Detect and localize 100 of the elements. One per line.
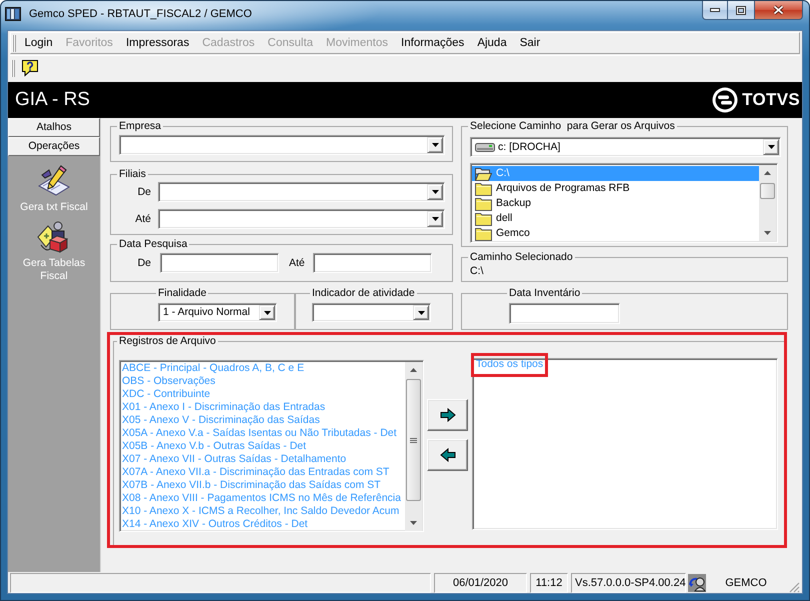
folder-item[interactable]: Gemco <box>472 226 759 241</box>
dropdown-field[interactable] <box>119 135 445 155</box>
list-item[interactable]: X01 - Anexo I - Discriminação das Entradas <box>122 401 405 414</box>
folder-icon <box>475 182 492 196</box>
app-icon <box>5 6 21 22</box>
input-field[interactable] <box>509 303 620 324</box>
path-value: C:\ <box>470 265 484 278</box>
caret-icon <box>768 145 774 149</box>
scroll-thumb[interactable] <box>760 183 775 199</box>
group-label: Finalidade <box>157 287 208 300</box>
status-date: 06/01/2020 <box>434 573 527 593</box>
shortcut-button[interactable]: Gera txt Fiscal <box>20 163 88 214</box>
caret-up-icon <box>764 171 771 175</box>
caret-down-icon <box>410 521 417 525</box>
minimize-button[interactable] <box>702 1 728 20</box>
caret-up-icon <box>410 368 417 372</box>
field-label: Até <box>134 212 151 226</box>
list-item[interactable]: ABCE - Principal - Quadros A, B, C e E <box>122 362 405 375</box>
dropdown-field[interactable] <box>158 182 445 202</box>
folder-item[interactable]: Backup <box>472 196 759 211</box>
close-button[interactable] <box>755 1 803 20</box>
folder-item[interactable]: C:\ <box>472 166 759 181</box>
list-item[interactable]: X07 - Anexo VII - Outras Saídas - Detalhamento <box>122 453 405 466</box>
status-user: GEMCO <box>724 576 768 590</box>
folder-icon <box>475 212 492 226</box>
open-folder-icon <box>475 166 492 180</box>
group-label: Filiais <box>118 168 147 181</box>
dropdown-field[interactable]: 1 - Arquivo Normal <box>158 303 277 322</box>
folder-icon <box>475 196 492 210</box>
help-icon[interactable] <box>20 58 40 78</box>
list-item[interactable]: OBS - Observações <box>122 375 405 388</box>
scroll-thumb[interactable] <box>406 379 421 501</box>
input-field[interactable] <box>160 253 279 273</box>
menu-item[interactable]: Login <box>18 36 60 50</box>
group-label: Empresa <box>118 120 162 133</box>
header-title: GIA - RS <box>15 89 90 111</box>
status-time: 11:12 <box>530 573 568 593</box>
group-label: Data Inventário <box>508 287 582 300</box>
dropdown-button[interactable] <box>259 305 275 320</box>
dropdown-button[interactable] <box>413 305 429 320</box>
group-label: Registros de Arquivo <box>118 335 217 348</box>
list-item[interactable]: X05B - Anexo V.b - Outras Saídas - Det <box>122 440 405 453</box>
scrollbar[interactable] <box>759 165 776 241</box>
section-button[interactable]: Atalhos <box>8 118 100 137</box>
scrollbar[interactable] <box>405 362 422 531</box>
dropdown-field[interactable]: c: [DROCHA] <box>470 137 781 157</box>
list-item[interactable]: XDC - Contribuinte <box>122 388 405 401</box>
list-item[interactable]: X07B - Anexo VII.b - Discriminação das Saídas com ST <box>122 479 405 492</box>
list-item[interactable]: X07A - Anexo VII.a - Discriminação das Entradas com ST <box>122 466 405 479</box>
resize-grip-icon[interactable] <box>788 581 800 593</box>
drive-icon <box>475 142 495 152</box>
caret-down-icon <box>764 231 771 235</box>
menu-item[interactable]: Impressoras <box>119 36 196 50</box>
caret-icon <box>432 217 438 221</box>
list-item[interactable]: X05 - Anexo V - Discriminação das Saídas <box>122 414 405 427</box>
grip-icon <box>410 436 417 444</box>
maximize-button[interactable] <box>728 1 755 20</box>
group-label: Caminho Selecionado <box>469 251 574 264</box>
menu-item[interactable]: Informações <box>394 36 471 50</box>
input-field[interactable] <box>312 253 432 273</box>
dropdown-button[interactable] <box>427 137 443 153</box>
caret-icon <box>432 190 438 194</box>
move-right-button[interactable] <box>427 399 468 431</box>
field-label: De <box>136 256 151 270</box>
card-cube-icon <box>37 221 71 253</box>
list-item[interactable]: Todos os tipos <box>471 353 548 377</box>
dropdown-button[interactable] <box>427 211 443 227</box>
list-item[interactable]: X05A - Anexo V.a - Saídas Isentas ou Não Tributadas - Det <box>122 427 405 440</box>
group-label: Data Pesquisa <box>118 238 188 251</box>
folder-icon <box>475 226 492 240</box>
pencil-paper-icon <box>37 163 71 197</box>
group-label: Selecione Caminho para Gerar os Arquivos <box>469 120 676 133</box>
dropdown-field[interactable] <box>312 303 431 322</box>
maximize-icon <box>736 6 746 14</box>
shortcut-button[interactable]: Gera Tabelas Fiscal <box>18 221 90 283</box>
list-item[interactable]: X08 - Anexo VIII - Pagamentos ICMS no Mês de Referência <box>122 492 405 505</box>
circle-logo-icon <box>712 87 738 113</box>
folder-item[interactable]: dell <box>472 211 759 226</box>
move-left-button[interactable] <box>427 439 468 471</box>
caret-icon <box>432 143 438 147</box>
caret-icon <box>418 310 424 314</box>
folder-item[interactable]: Arquivos de Programas RFB <box>472 181 759 196</box>
right-arrow-icon <box>440 408 456 422</box>
list-item[interactable]: X14 - Anexo XIV - Outros Créditos - Det <box>122 518 405 531</box>
status-version: Vs.57.0.0.0-SP4.00.24 <box>571 573 686 593</box>
close-icon <box>773 5 784 15</box>
menu-item[interactable]: Sair <box>513 36 547 50</box>
dropdown-button[interactable] <box>427 184 443 200</box>
group-label: Indicador de atividade <box>311 287 416 300</box>
field-label: De <box>136 186 151 198</box>
section-button[interactable]: Operações <box>8 137 100 156</box>
field-label: Até <box>289 256 305 270</box>
caret-icon <box>264 310 270 314</box>
handle-icon[interactable] <box>12 34 16 52</box>
menu-item[interactable]: Ajuda <box>470 36 514 50</box>
minimize-icon <box>710 8 720 12</box>
handle-icon[interactable] <box>11 60 15 76</box>
dropdown-button[interactable] <box>763 139 779 155</box>
dropdown-field[interactable] <box>158 209 445 229</box>
list-item[interactable]: X10 - Anexo X - ICMS a Recolher, Inc Saldo Devedor Acum <box>122 505 405 518</box>
